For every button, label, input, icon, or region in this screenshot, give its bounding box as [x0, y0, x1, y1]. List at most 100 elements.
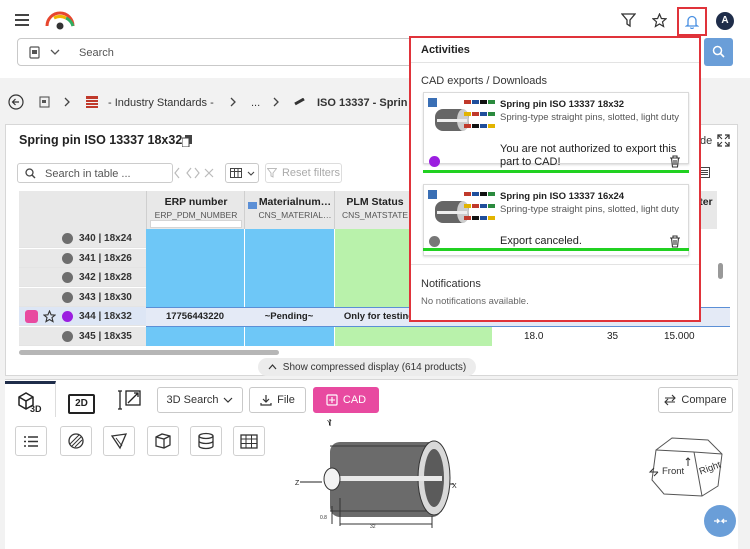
download-icon [260, 394, 272, 406]
chevron-down-icon[interactable] [50, 49, 60, 56]
table-row[interactable]: 345 | 18x35 [19, 326, 146, 346]
part-type-icon[interactable] [29, 46, 40, 59]
row-label: 345 | 18x35 [79, 330, 132, 342]
svg-text:Y: Y [327, 420, 332, 427]
column-header-material[interactable]: Materialnum… CNS_MATERIAL… [244, 191, 334, 229]
row-label: 343 | 18x30 [79, 291, 132, 303]
box-view-button[interactable] [147, 426, 179, 456]
trash-icon[interactable] [669, 155, 681, 168]
hatch-sphere-icon [67, 432, 85, 450]
cube-3d-icon: 3D [17, 391, 43, 413]
compressed-display-label: Show compressed display (614 products) [282, 361, 467, 373]
search-icon [25, 168, 36, 179]
row-label: 340 | 18x24 [79, 233, 132, 244]
tab-2d[interactable]: 2D [68, 394, 95, 414]
table-view-button[interactable] [233, 426, 265, 456]
search-input[interactable]: Search [79, 47, 114, 59]
table-row[interactable]: 342 | 18x28 [19, 268, 146, 287]
tab-3d[interactable]: 3D [5, 381, 56, 417]
breadcrumb-item-iso-13337[interactable]: ISO 13337 - Sprin [317, 97, 407, 109]
status-dot [429, 156, 440, 167]
collapse-arrows-icon [713, 514, 728, 529]
3d-search-label: 3D Search [166, 394, 219, 406]
horizontal-scrollbar[interactable] [19, 350, 279, 355]
value-cell: 35 [607, 330, 619, 342]
file-label: File [277, 394, 295, 406]
section-icon [110, 432, 128, 450]
star-favorites-icon[interactable] [652, 13, 667, 28]
column-header-erp[interactable]: ERP number ERP_PDM_NUMBER [146, 191, 244, 229]
activity-title: Spring pin ISO 13337 16x24 [500, 191, 625, 202]
expand-icon[interactable] [717, 134, 730, 147]
notifications-empty: No notifications available. [421, 296, 529, 307]
cad-button[interactable]: CAD [313, 387, 379, 413]
partial-label: de [700, 135, 713, 147]
part-title: Spring pin ISO 13337 18x32 [19, 133, 183, 147]
cad-label: CAD [342, 394, 367, 406]
table-search-input[interactable]: Search in table ... [17, 163, 173, 183]
nav-arrows-icon[interactable] [174, 167, 216, 179]
star-icon[interactable] [43, 310, 56, 323]
app-logo [44, 9, 76, 31]
svg-text:Z: Z [295, 480, 300, 487]
trash-icon[interactable] [669, 235, 681, 248]
notification-bell-button[interactable] [677, 7, 707, 36]
list-view-button[interactable] [15, 426, 47, 456]
erp-cell[interactable]: 17756443220 [146, 311, 244, 322]
compare-button[interactable]: Compare [658, 387, 733, 413]
filter-off-icon [266, 168, 277, 178]
column-view-button[interactable] [225, 163, 259, 183]
measure-icon[interactable] [118, 389, 142, 411]
table-row[interactable]: 341 | 18x26 [19, 248, 146, 268]
activity-card[interactable]: Spring pin ISO 13337 16x24 Spring-type s… [423, 184, 689, 256]
erp-filter-field[interactable] [150, 220, 242, 228]
status-dot [62, 291, 73, 303]
cad-export-icon [326, 394, 338, 406]
table-row-selected[interactable]: 344 | 18x32 [19, 307, 146, 326]
table-icon [240, 433, 258, 449]
search-button[interactable] [704, 38, 733, 66]
cad-exports-section-title: CAD exports / Downloads [421, 75, 547, 87]
language-flags [464, 96, 496, 132]
erp-column-cells [146, 229, 244, 346]
reset-filters-button[interactable]: Reset filters [265, 163, 342, 183]
chevron-up-icon [268, 364, 277, 370]
filter-icon[interactable] [621, 13, 636, 28]
chevron-right-icon [64, 97, 71, 107]
bell-icon [685, 14, 699, 29]
compressed-display-toggle[interactable]: Show compressed display (614 products) [258, 358, 476, 376]
status-dot [62, 311, 73, 322]
cylinder-view-button[interactable] [190, 426, 222, 456]
spring-pin-3d-model[interactable]: Y Z X 0.8 32 [292, 416, 472, 541]
3d-search-button[interactable]: 3D Search [157, 387, 243, 413]
search-bar[interactable]: Search [17, 38, 447, 66]
chevron-down-icon [247, 171, 255, 176]
table-row[interactable]: 340 | 18x24 [19, 229, 146, 248]
collapse-panel-button[interactable] [704, 505, 736, 537]
breadcrumb-ellipsis[interactable]: ... [251, 97, 260, 109]
cylinder-icon [197, 432, 215, 450]
status-dot [62, 330, 73, 342]
render-mode-button[interactable] [60, 426, 92, 456]
row-label: 344 | 18x32 [79, 311, 132, 322]
vertical-scrollbar[interactable] [718, 263, 723, 279]
user-avatar[interactable]: A [716, 12, 734, 30]
activity-card[interactable]: Spring pin ISO 13337 18x32 Spring-type s… [423, 92, 689, 168]
cad-badge-icon[interactable] [25, 310, 38, 323]
copy-icon[interactable] [182, 135, 192, 147]
material-cell[interactable]: ~Pending~ [244, 311, 334, 322]
back-icon[interactable] [8, 94, 24, 110]
activity-message: You are not authorized to export this pa… [500, 143, 677, 168]
plm-header-label: PLM Status [346, 196, 404, 208]
section-view-button[interactable] [103, 426, 135, 456]
material-header-sub: CNS_MATERIAL… [258, 210, 332, 220]
file-button[interactable]: File [249, 387, 306, 413]
notifications-title: Notifications [421, 278, 481, 290]
chevron-right-icon [230, 97, 237, 107]
catalog-root-icon[interactable] [39, 96, 50, 108]
chevron-down-icon [223, 397, 233, 403]
breadcrumb-item-industry-standards[interactable]: - Industry Standards - [108, 97, 214, 109]
view-cube-front[interactable]: Front [662, 466, 684, 477]
table-row[interactable]: 343 | 18x30 [19, 287, 146, 307]
hamburger-menu-icon[interactable] [15, 14, 29, 26]
